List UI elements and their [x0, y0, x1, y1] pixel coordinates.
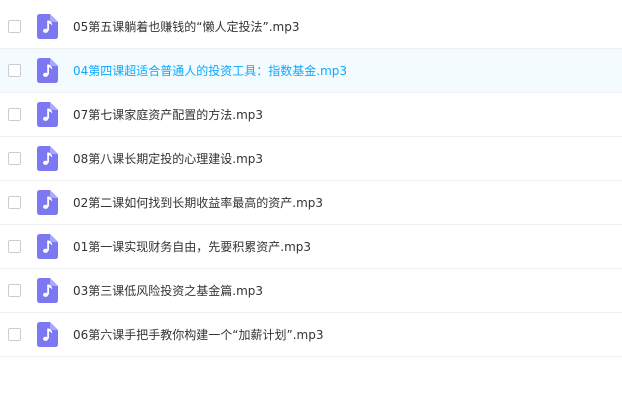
file-row[interactable]: 01第一课实现财务自由，先要积累资产.mp3	[0, 225, 622, 269]
file-name[interactable]: 02第二课如何找到长期收益率最高的资产.mp3	[73, 181, 323, 225]
audio-file-icon	[37, 14, 58, 39]
audio-file-icon	[37, 190, 58, 215]
file-name[interactable]: 04第四课超适合普通人的投资工具：指数基金.mp3	[73, 49, 347, 93]
row-checkbox[interactable]	[8, 64, 21, 77]
file-row[interactable]: 04第四课超适合普通人的投资工具：指数基金.mp3	[0, 49, 622, 93]
audio-file-icon	[37, 322, 58, 347]
row-checkbox[interactable]	[8, 108, 21, 121]
audio-file-icon	[37, 146, 58, 171]
audio-file-icon	[37, 102, 58, 127]
file-name[interactable]: 08第八课长期定投的心理建设.mp3	[73, 137, 263, 181]
row-checkbox[interactable]	[8, 284, 21, 297]
row-checkbox[interactable]	[8, 240, 21, 253]
file-name[interactable]: 07第七课家庭资产配置的方法.mp3	[73, 93, 263, 137]
file-row[interactable]: 07第七课家庭资产配置的方法.mp3	[0, 93, 622, 137]
file-list: 05第五课躺着也赚钱的“懒人定投法”.mp3 04第四课超适合普通人的投资工具：…	[0, 5, 622, 357]
audio-file-icon	[37, 234, 58, 259]
row-checkbox[interactable]	[8, 196, 21, 209]
file-row[interactable]: 03第三课低风险投资之基金篇.mp3	[0, 269, 622, 313]
row-checkbox[interactable]	[8, 152, 21, 165]
file-row[interactable]: 02第二课如何找到长期收益率最高的资产.mp3	[0, 181, 622, 225]
file-name[interactable]: 05第五课躺着也赚钱的“懒人定投法”.mp3	[73, 5, 299, 49]
file-name[interactable]: 01第一课实现财务自由，先要积累资产.mp3	[73, 225, 311, 269]
file-name[interactable]: 03第三课低风险投资之基金篇.mp3	[73, 269, 263, 313]
audio-file-icon	[37, 278, 58, 303]
file-name[interactable]: 06第六课手把手教你构建一个“加薪计划”.mp3	[73, 313, 323, 357]
file-row[interactable]: 05第五课躺着也赚钱的“懒人定投法”.mp3	[0, 5, 622, 49]
row-checkbox[interactable]	[8, 20, 21, 33]
file-row[interactable]: 08第八课长期定投的心理建设.mp3	[0, 137, 622, 181]
audio-file-icon	[37, 58, 58, 83]
row-checkbox[interactable]	[8, 328, 21, 341]
file-row[interactable]: 06第六课手把手教你构建一个“加薪计划”.mp3	[0, 313, 622, 357]
